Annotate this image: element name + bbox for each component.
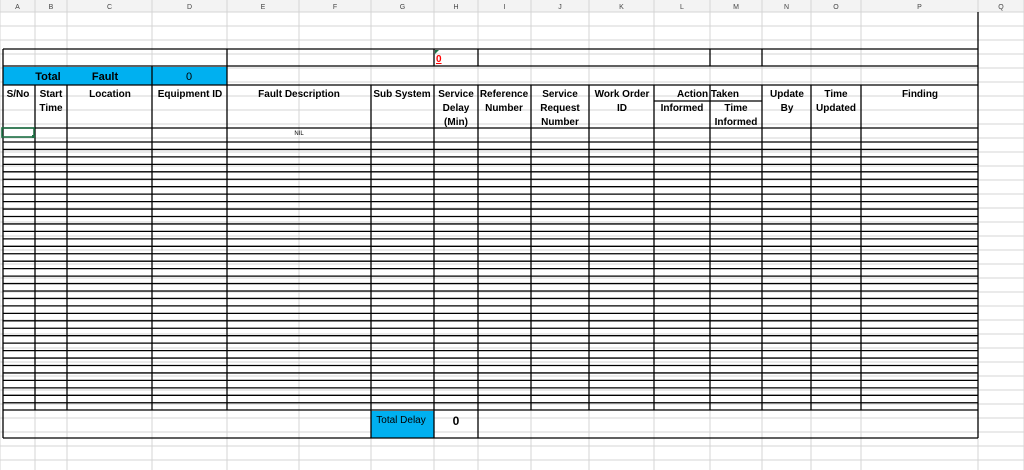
header-sub-system: Sub System	[373, 89, 430, 100]
column-header-e[interactable]: E	[261, 4, 266, 11]
header-time-informed-1: Time	[724, 103, 748, 114]
header-equipment-id: Equipment ID	[158, 89, 222, 100]
header-reference-2: Number	[485, 103, 523, 114]
fault-count: 0	[186, 71, 192, 83]
column-header-strip	[0, 0, 1024, 12]
header-fault-description: Fault Description	[258, 89, 340, 100]
total-fault-fill	[3, 67, 152, 85]
column-header-l[interactable]: L	[680, 4, 684, 11]
red-value: 0	[436, 54, 442, 65]
column-header-q[interactable]: Q	[998, 4, 1004, 11]
total-delay-label: Total Delay	[376, 415, 425, 426]
header-reference-1: Reference	[480, 89, 529, 100]
header-service-request-3: Number	[541, 117, 579, 128]
header-work-order-2: ID	[617, 103, 627, 114]
header-start-time-1: Start	[40, 89, 63, 100]
header-service-delay-1: Service	[438, 89, 474, 100]
column-header-j[interactable]: J	[558, 4, 562, 11]
header-time-updated-1: Time	[824, 89, 848, 100]
header-service-request-1: Service	[542, 89, 578, 100]
header-update-by-1: Update	[770, 89, 804, 100]
column-header-d[interactable]: D	[187, 4, 192, 11]
header-time-updated-2: Updated	[816, 103, 856, 114]
column-header-h[interactable]: H	[453, 4, 458, 11]
total-label: Total	[35, 71, 60, 83]
column-header-c[interactable]: C	[107, 4, 112, 11]
header-service-delay-2: Delay	[443, 103, 470, 114]
header-work-order-1: Work Order	[595, 89, 650, 100]
fill-handle[interactable]	[32, 135, 35, 138]
column-header-i[interactable]: I	[504, 4, 506, 11]
column-header-p[interactable]: P	[917, 4, 922, 11]
header-service-request-2: Request	[540, 103, 580, 114]
column-header-a[interactable]: A	[15, 4, 20, 11]
total-delay-value: 0	[453, 414, 460, 428]
column-header-b[interactable]: B	[49, 4, 54, 11]
header-action-taken: Action Taken	[677, 89, 739, 100]
nil-cell: NIL	[294, 131, 304, 137]
selected-cell[interactable]	[1, 127, 35, 138]
header-start-time-2: Time	[39, 103, 63, 114]
header-finding: Finding	[902, 89, 938, 100]
header-location: Location	[89, 89, 131, 100]
column-header-f[interactable]: F	[333, 4, 337, 11]
column-header-m[interactable]: M	[733, 4, 739, 11]
spreadsheet-grid[interactable]: A B C D E F G H I J K L M N O P Q Total Fault 0 0 S/No S…	[0, 0, 1024, 470]
fault-label: Fault	[92, 71, 119, 83]
header-update-by-2: By	[781, 103, 794, 114]
header-service-delay-3: (Min)	[444, 117, 468, 128]
column-header-g[interactable]: G	[400, 4, 405, 11]
header-informed: Informed	[661, 103, 704, 114]
column-header-n[interactable]: N	[784, 4, 789, 11]
header-sno: S/No	[7, 89, 30, 100]
header-time-informed-2: Informed	[715, 117, 758, 128]
column-header-k[interactable]: K	[619, 4, 624, 11]
column-header-o[interactable]: O	[833, 4, 839, 11]
